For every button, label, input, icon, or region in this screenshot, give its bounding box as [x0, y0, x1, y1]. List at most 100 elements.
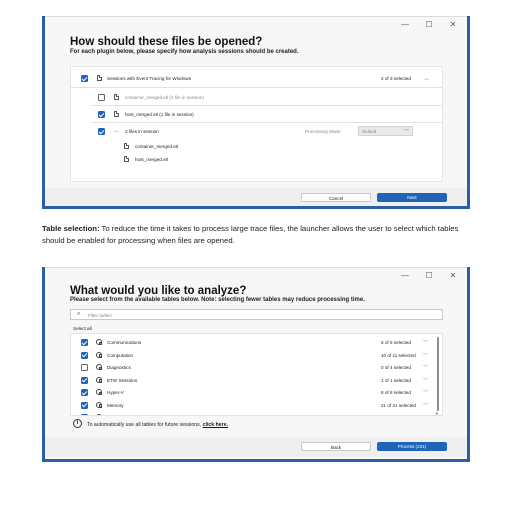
info-message: To automatically use all tables for futu… [87, 422, 202, 428]
table-checkbox[interactable] [81, 351, 88, 359]
chevron-up-icon[interactable]: ︿ [114, 127, 119, 134]
dialog-subtitle: Please select from the available tables … [70, 297, 365, 303]
scroll-down-icon[interactable]: ▼ [435, 411, 439, 415]
processing-mode-value: Default [362, 129, 376, 134]
table-icon [96, 376, 103, 383]
filter-placeholder: Filter tables [88, 312, 112, 318]
table-checkbox[interactable] [81, 414, 88, 415]
group-checkbox[interactable] [81, 75, 88, 82]
window-controls: — ☐ ✕ [399, 20, 459, 30]
table-name: Computation [107, 352, 134, 358]
table-icon [96, 414, 102, 415]
table-count: 21 of 21 selected [381, 402, 416, 408]
minimize-icon[interactable]: — [399, 271, 411, 281]
chevron-up-icon[interactable]: ︿ [424, 75, 429, 82]
paragraph-text: To reduce the time it takes to process l… [42, 224, 459, 245]
open-files-window: — ☐ ✕ How should these files be opened? … [42, 16, 470, 209]
table-checkbox[interactable] [81, 389, 88, 396]
back-button[interactable]: Back [301, 442, 371, 451]
divider [71, 87, 442, 88]
chevron-down-icon[interactable]: ﹀ [423, 389, 428, 396]
group-count: 2 of 3 selected [381, 76, 411, 81]
maximize-icon[interactable]: ☐ [423, 20, 435, 30]
minimize-icon[interactable]: — [399, 20, 411, 30]
file-icon [114, 111, 119, 117]
dialog-footer: Back Process (231) [45, 437, 467, 457]
table-row[interactable]: Communications 6 of 6 selected ﹀ [71, 337, 442, 350]
info-text: To automatically use all tables for futu… [87, 422, 228, 428]
group-label: Sessions with Event Tracing for Windows [107, 76, 191, 81]
dialog-title: How should these files be opened? [70, 36, 263, 48]
table-count: 0 of 4 selected [381, 365, 411, 370]
search-icon: ⌕ [77, 311, 81, 317]
table-selection-description: Table selection: To reduce the time it t… [42, 223, 472, 247]
chevron-down-icon[interactable]: ﹀ [423, 414, 428, 415]
table-row[interactable]: Hyper-V 8 of 8 selected ﹀ [71, 387, 442, 400]
processing-mode-label: Processing Mode: [305, 129, 342, 134]
close-icon[interactable]: ✕ [447, 20, 459, 30]
click-here-link[interactable]: click here. [203, 422, 228, 428]
table-count: 10 of 11 selected [381, 352, 416, 358]
select-all-label[interactable]: Select all [73, 326, 92, 331]
table-checkbox[interactable] [81, 339, 88, 346]
table-name: Diagnostics [107, 365, 131, 370]
chevron-down-icon[interactable]: ﹀ [423, 364, 428, 371]
cancel-button[interactable]: Cancel [301, 193, 371, 202]
filter-input[interactable]: ⌕ Filter tables [70, 309, 443, 320]
table-row[interactable]: Diagnostics 0 of 4 selected ﹀ [71, 362, 442, 375]
table-row[interactable]: Network Loss Analyzer 2 of 2 selected ﹀ [71, 412, 442, 416]
table-count: 1 of 1 selected [381, 377, 411, 383]
file-label-host: host_merged.etl (1 file in session) [125, 112, 194, 117]
file-checkbox-container[interactable] [98, 94, 105, 101]
table-row[interactable]: Memory 21 of 21 selected ﹀ [71, 400, 442, 413]
table-name: Network Loss Analyzer [107, 415, 154, 416]
table-checkbox[interactable] [81, 401, 88, 409]
chevron-down-icon: ﹀ [403, 129, 409, 135]
file-checkbox-host[interactable] [98, 111, 105, 118]
table-checkbox[interactable] [81, 364, 88, 371]
table-icon [96, 351, 103, 358]
chevron-down-icon[interactable]: ﹀ [423, 402, 428, 409]
table-checkbox[interactable] [81, 376, 88, 384]
table-icon [96, 389, 103, 396]
processing-mode-select[interactable]: Default ﹀ [358, 126, 413, 136]
chevron-down-icon[interactable]: ﹀ [423, 377, 428, 384]
chevron-down-icon[interactable]: ﹀ [423, 352, 428, 359]
close-icon[interactable]: ✕ [447, 271, 459, 281]
table-count: 2 of 2 selected [381, 415, 411, 416]
window-controls: — ☐ ✕ [399, 271, 459, 281]
table-count: 6 of 6 selected [381, 340, 411, 345]
table-name: Communications [107, 340, 142, 345]
divider [91, 122, 442, 123]
chevron-down-icon[interactable]: ﹀ [423, 339, 428, 346]
tables-list: Communications 6 of 6 selected ﹀ Computatio… [70, 333, 443, 416]
session-child-container: container_merged.etl [135, 144, 179, 149]
analyze-window: — ☐ ✕ What would you like to analyze? Pl… [42, 267, 470, 462]
file-icon [97, 75, 102, 81]
table-row[interactable]: Computation 10 of 11 selected ﹀ [71, 350, 442, 363]
paragraph-heading: Table selection: [42, 224, 100, 233]
table-name: Memory [107, 402, 124, 408]
divider [91, 105, 442, 106]
scrollbar[interactable] [437, 337, 439, 411]
session-label: 2 files in session [125, 129, 159, 134]
file-icon [124, 156, 129, 162]
next-button[interactable]: Next [377, 193, 447, 202]
dialog-subtitle: For each plugin below, please specify ho… [70, 49, 299, 55]
table-name: Hyper-V [107, 390, 124, 395]
file-label-container: container_merged.etl (1 file in session) [125, 95, 204, 100]
table-icon [96, 401, 103, 408]
table-row[interactable]: ETW Sessions 1 of 1 selected ﹀ [71, 375, 442, 388]
table-icon [96, 364, 103, 371]
session-child-host: host_merged.etl [135, 157, 168, 162]
table-name: ETW Sessions [107, 377, 138, 383]
file-icon [114, 94, 119, 100]
info-icon: i [73, 419, 82, 428]
dialog-footer: Cancel Next [45, 188, 467, 206]
maximize-icon[interactable]: ☐ [423, 271, 435, 281]
session-checkbox[interactable] [98, 128, 105, 135]
file-icon [124, 143, 129, 149]
window-top-edge [45, 267, 467, 268]
table-icon [96, 339, 103, 346]
process-button[interactable]: Process (231) [377, 442, 447, 451]
